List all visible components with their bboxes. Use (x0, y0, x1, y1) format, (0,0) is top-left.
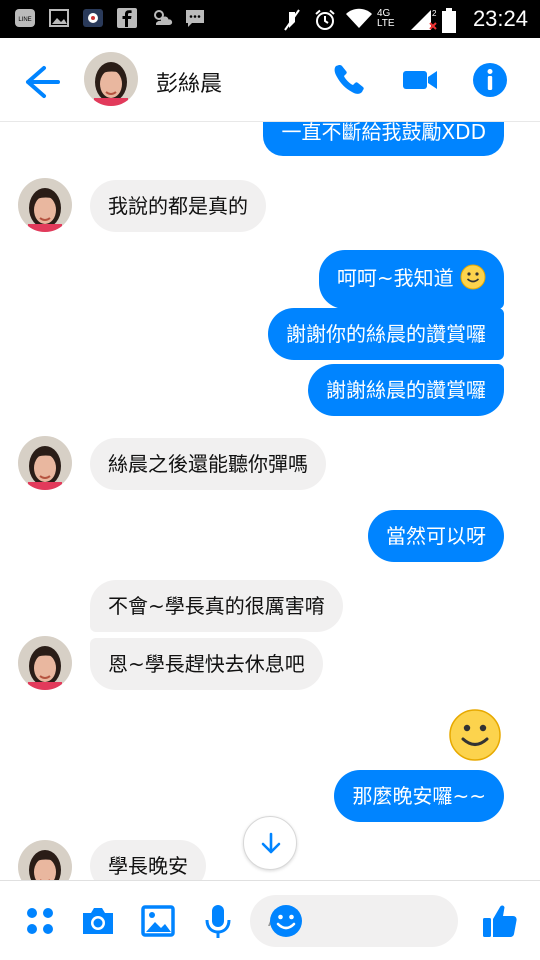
message-incoming: 絲晨之後還能聽你彈嗎 (90, 438, 326, 490)
alarm-icon (313, 8, 335, 30)
message-input[interactable]: Aa (250, 895, 458, 947)
line-app-icon: LINE (14, 7, 36, 29)
image-icon[interactable] (138, 901, 178, 941)
avatar[interactable] (18, 840, 72, 880)
gallery-icon (48, 7, 70, 29)
contact-avatar[interactable] (84, 52, 138, 106)
microphone-icon[interactable] (198, 901, 238, 941)
back-arrow-icon[interactable] (20, 60, 64, 104)
radio-icon (82, 7, 104, 29)
message-incoming: 我說的都是真的 (90, 180, 266, 232)
avatar[interactable] (18, 436, 72, 490)
battery-icon (441, 8, 463, 33)
phone-icon[interactable] (326, 58, 370, 102)
scroll-to-bottom-button[interactable] (243, 816, 297, 870)
message-text: 呵呵~我知道 (336, 266, 454, 290)
message-incoming: 恩~學長趕快去休息吧 (90, 638, 323, 690)
message-list[interactable]: 一直不斷給我鼓勵XDD 我說的都是真的 呵呵~我知道 謝謝你的絲晨的讚賞囉 謝謝… (0, 122, 540, 880)
message-incoming: 學長晚安 (90, 840, 206, 880)
facebook-icon (116, 7, 138, 29)
message-outgoing: 呵呵~我知道 (318, 250, 504, 309)
message-outgoing: 那麼晚安囉~~ (334, 770, 504, 822)
message-outgoing: 謝謝絲晨的讚賞囉 (308, 364, 504, 416)
conversation-header: 彭絲晨 (0, 38, 540, 122)
message-outgoing: 謝謝你的絲晨的讚賞囉 (268, 308, 504, 360)
svg-text:2: 2 (432, 9, 437, 18)
mute-icon (281, 8, 303, 31)
emoji-icon[interactable] (268, 903, 304, 939)
info-icon[interactable] (468, 58, 512, 102)
camera-icon[interactable] (78, 901, 118, 941)
sms-icon (184, 7, 206, 29)
status-bar: LINE 4G LTE 2 23:24 (0, 0, 540, 38)
apps-icon[interactable] (20, 901, 60, 941)
arrow-down-icon (257, 830, 285, 862)
message-outgoing: 一直不斷給我鼓勵XDD (263, 122, 504, 156)
svg-text:LINE: LINE (18, 17, 31, 23)
message-composer: Aa (0, 880, 540, 960)
avatar[interactable] (18, 636, 72, 690)
slightly-smiling-face-icon (460, 264, 486, 295)
signal-icon: 2 (409, 8, 437, 30)
network-type-label: 4G LTE (376, 8, 395, 29)
slightly-smiling-face-icon (448, 708, 502, 762)
contact-name[interactable]: 彭絲晨 (156, 66, 222, 98)
weather-icon (150, 7, 173, 29)
wifi-icon (345, 8, 372, 30)
thumbs-up-icon[interactable] (480, 901, 520, 941)
avatar[interactable] (18, 178, 72, 232)
message-incoming: 不會~學長真的很厲害唷 (90, 580, 343, 632)
video-camera-icon[interactable] (398, 58, 442, 102)
message-outgoing: 當然可以呀 (368, 510, 504, 562)
status-time: 23:24 (472, 6, 528, 31)
